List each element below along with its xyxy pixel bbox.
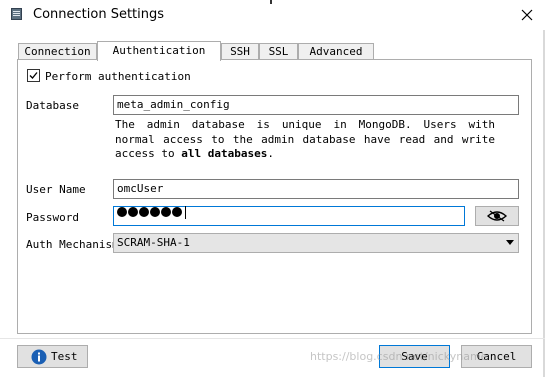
password-dot [117, 207, 127, 217]
tab-ssl[interactable]: SSL [259, 43, 298, 60]
auth-mechanism-select[interactable]: SCRAM-SHA-1 [113, 233, 519, 253]
checkmark-icon [29, 72, 38, 79]
password-mask [117, 207, 183, 217]
password-dot [161, 207, 171, 217]
tab-connection[interactable]: Connection [18, 43, 97, 60]
window-app-icon [11, 8, 22, 20]
eye-icon [487, 210, 507, 222]
hint-text: The admin database is unique in MongoDB.… [115, 118, 495, 160]
auth-mechanism-value: SCRAM-SHA-1 [117, 236, 190, 249]
password-dot [128, 207, 138, 217]
tab-authentication[interactable]: Authentication [97, 41, 221, 61]
info-icon [31, 349, 47, 364]
title-bar-mark [270, 0, 272, 4]
admin-db-hint: The admin database is unique in MongoDB.… [115, 118, 495, 162]
perform-auth-checkbox[interactable] [27, 69, 40, 82]
auth-mechanism-label: Auth Mechanism [26, 238, 119, 251]
tab-advanced[interactable]: Advanced [298, 43, 374, 60]
database-label: Database [26, 99, 79, 112]
test-button-label: Test [51, 350, 78, 363]
perform-auth-label[interactable]: Perform authentication [45, 70, 191, 83]
password-dot [172, 207, 182, 217]
close-icon [521, 9, 533, 21]
close-button[interactable] [512, 3, 542, 27]
save-button[interactable]: Save [379, 345, 450, 368]
hint-emphasis: all databases [181, 147, 268, 160]
window-title: Connection Settings [33, 7, 165, 22]
cancel-button[interactable]: Cancel [461, 345, 532, 368]
tab-ssh[interactable]: SSH [221, 43, 259, 60]
username-label: User Name [26, 183, 86, 196]
hint-period: . [267, 147, 274, 160]
password-dot [139, 207, 149, 217]
save-button-label: Save [401, 350, 428, 363]
title-bar: Connection Settings [0, 0, 545, 30]
cancel-button-label: Cancel [476, 350, 517, 363]
test-button[interactable]: Test [17, 345, 88, 368]
show-password-button[interactable] [475, 206, 519, 226]
footer-separator [0, 338, 545, 339]
username-input[interactable]: omcUser [113, 179, 519, 199]
database-input[interactable]: meta_admin_config [113, 95, 519, 115]
password-dot [150, 207, 160, 217]
chevron-down-icon [506, 240, 514, 245]
text-caret [185, 206, 186, 219]
password-label: Password [26, 211, 79, 224]
